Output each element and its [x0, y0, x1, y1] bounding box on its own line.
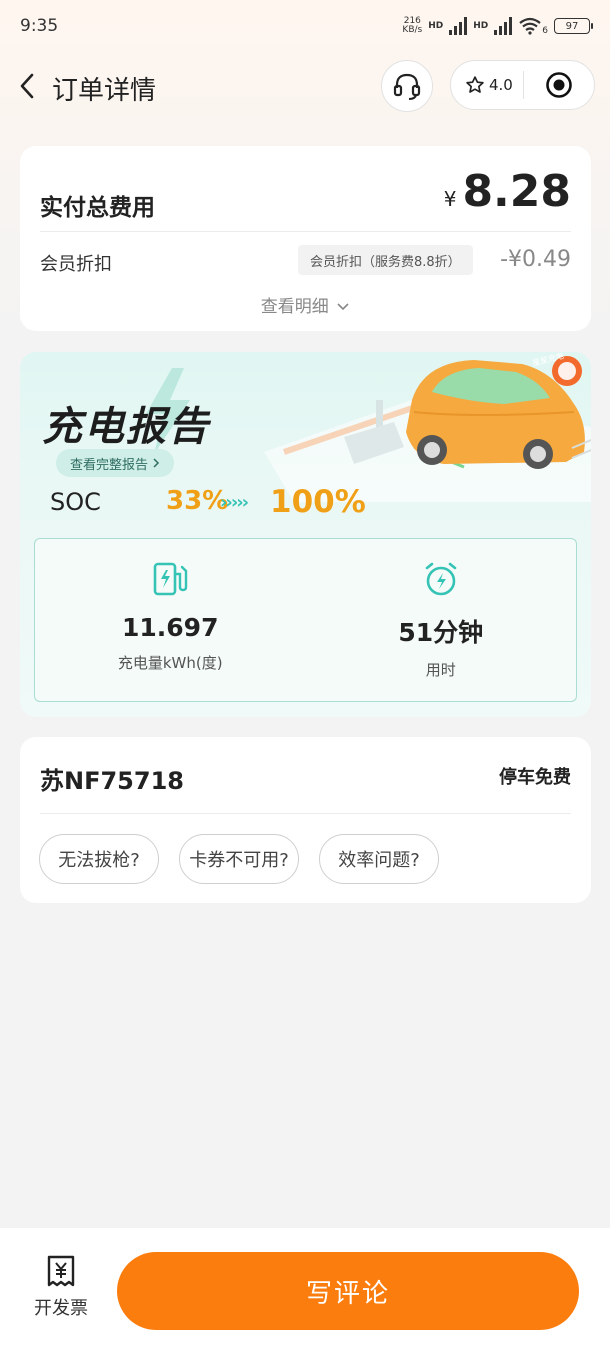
- divider: [40, 813, 571, 814]
- issue-chip-cannot-unplug[interactable]: 无法拔枪?: [39, 834, 159, 884]
- member-discount-label: 会员折扣: [40, 254, 112, 275]
- hd-badge: HD: [473, 21, 489, 31]
- signal-icon: [494, 17, 513, 35]
- charging-station-icon: [153, 562, 188, 596]
- page-title: 订单详情: [52, 76, 157, 106]
- car-illustration: [264, 356, 591, 502]
- wifi-label: 6: [542, 26, 548, 36]
- full-report-link[interactable]: 查看完整报告: [56, 449, 175, 477]
- battery-icon: 97: [554, 18, 593, 34]
- wifi-icon: [519, 17, 541, 35]
- charging-stats-box: 11.697 充电量kWh(度) 51分钟 用时: [34, 538, 577, 702]
- rating-button[interactable]: 4.0: [451, 75, 523, 95]
- total-fee-amount: ¥ 8.28: [444, 166, 571, 217]
- write-review-button[interactable]: 写评论: [117, 1252, 579, 1330]
- energy-label: 充电量kWh(度): [117, 654, 223, 672]
- energy-value: 11.697: [122, 613, 219, 642]
- customer-service-button[interactable]: [381, 60, 433, 112]
- status-time: 9:35: [20, 16, 59, 36]
- total-fee-label: 实付总费用: [40, 195, 155, 221]
- status-bar: 9:35 216 KB/s HD HD 6 97: [0, 0, 610, 52]
- invoice-button[interactable]: 开发票: [26, 1254, 96, 1320]
- energy-stat: 11.697 充电量kWh(度): [35, 539, 306, 701]
- signal-icon: [449, 17, 468, 35]
- currency-symbol: ¥: [443, 187, 457, 211]
- soc-start-value: 33%: [166, 486, 229, 516]
- invoice-label: 开发票: [34, 1298, 88, 1319]
- miniapp-capsule: 4.0: [450, 60, 595, 110]
- issue-chip-coupon-unavailable[interactable]: 卡券不可用?: [179, 834, 299, 884]
- fee-card: 实付总费用 ¥ 8.28 会员折扣 会员折扣（服务费8.8折） -¥0.49 查…: [20, 146, 591, 331]
- duration-stat: 51分钟 用时: [306, 539, 577, 701]
- navigation-bar: 订单详情 4.0: [0, 58, 610, 114]
- license-plate: 苏NF75718: [40, 767, 184, 795]
- issue-chips: 无法拔枪? 卡券不可用? 效率问题?: [39, 834, 439, 884]
- issue-chip-efficiency[interactable]: 效率问题?: [319, 834, 439, 884]
- divider: [40, 231, 571, 232]
- rating-value: 4.0: [489, 76, 513, 94]
- duration-value: 51分钟: [398, 618, 484, 647]
- receipt-icon: [47, 1255, 75, 1287]
- bottom-action-bar: 开发票 写评论: [0, 1228, 610, 1356]
- target-icon: [546, 72, 572, 98]
- hd-badge: HD: [428, 21, 444, 31]
- alarm-clock-icon: [425, 562, 457, 596]
- charging-report-card: 充电报告 查看完整报告 星星充电 SOC 33% ››››› 100% 11.6…: [20, 352, 591, 717]
- status-indicators: 216 KB/s HD HD 6 97: [402, 16, 593, 36]
- chevron-down-icon: [337, 303, 349, 311]
- duration-label: 用时: [425, 661, 456, 679]
- view-details-link[interactable]: 查看明细: [20, 292, 591, 317]
- network-speed: 216 KB/s: [402, 16, 423, 35]
- soc-label: SOC: [50, 488, 101, 516]
- chevron-right-icon: [153, 458, 160, 468]
- member-discount-tag: 会员折扣（服务费8.8折）: [298, 245, 473, 275]
- back-icon[interactable]: [14, 70, 42, 102]
- parking-status: 停车免费: [499, 767, 571, 788]
- vehicle-card: 苏NF75718 停车免费 无法拔枪? 卡券不可用? 效率问题?: [20, 737, 591, 903]
- headset-icon: [393, 73, 421, 100]
- soc-arrows: ›››››: [220, 492, 249, 513]
- report-title: 充电报告: [42, 404, 210, 450]
- soc-end-value: 100%: [270, 484, 366, 520]
- close-miniapp-button[interactable]: [524, 71, 594, 99]
- amount-value: 8.28: [462, 166, 571, 217]
- star-icon: [466, 76, 484, 93]
- member-discount-amount: -¥0.49: [500, 247, 571, 272]
